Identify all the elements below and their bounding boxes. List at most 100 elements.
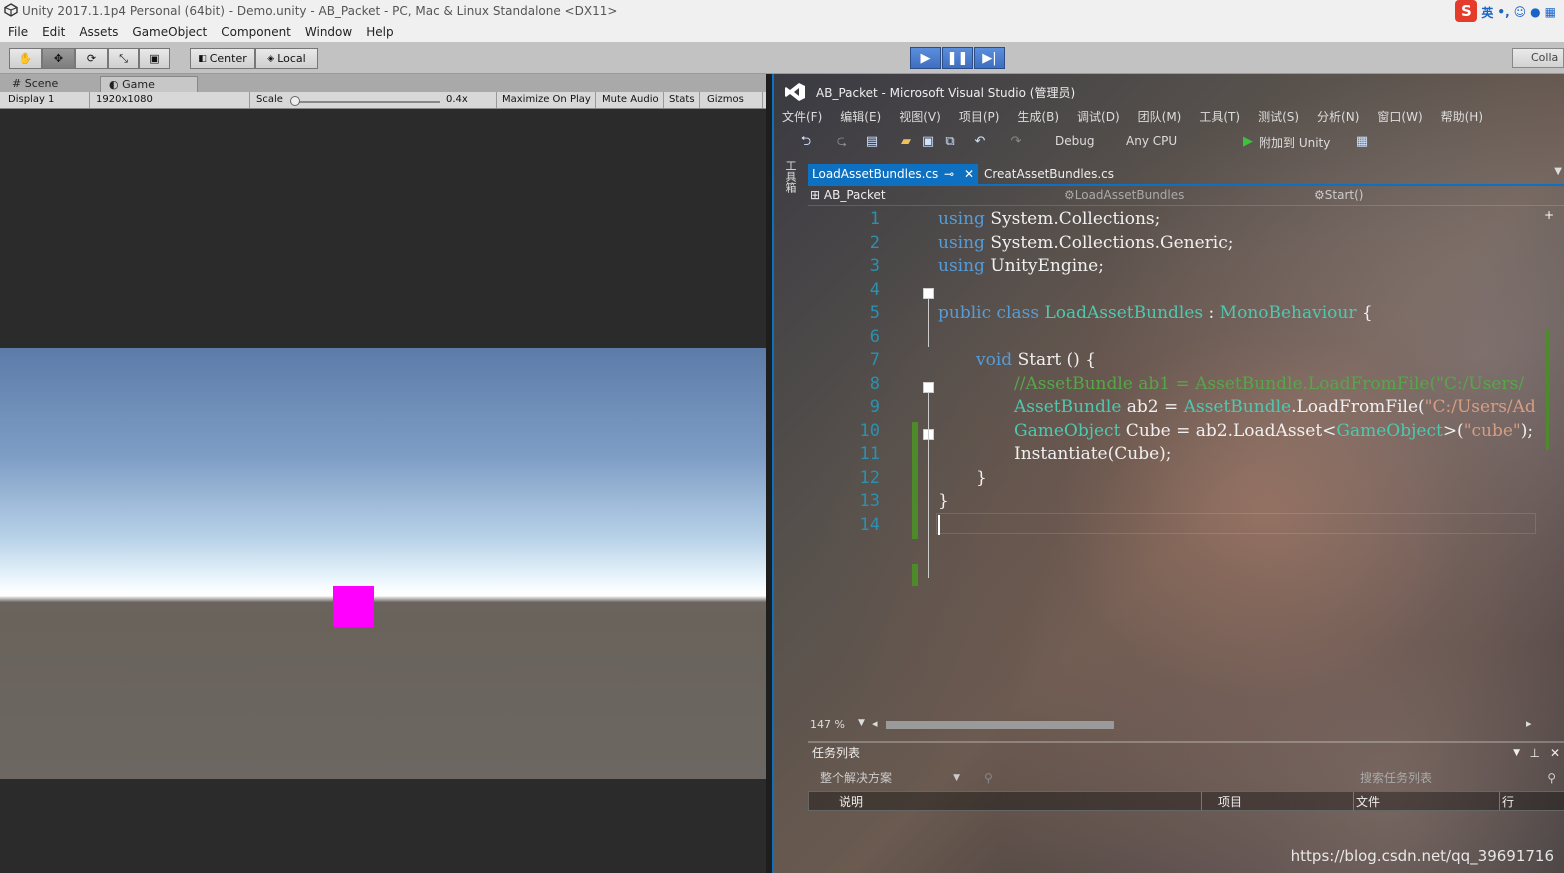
pin-icon[interactable]: ⊸	[944, 164, 954, 184]
zoom-dropdown-icon[interactable]: ▼	[858, 718, 865, 728]
line-number: 12	[859, 468, 880, 488]
col-line[interactable]: 行	[1499, 792, 1514, 810]
pause-button[interactable]: ❚❚	[942, 47, 973, 69]
forward-icon[interactable]: ⮎	[834, 134, 850, 150]
vertical-scrollbar[interactable]: +	[1542, 208, 1554, 710]
menu-help[interactable]: Help	[366, 22, 393, 42]
menu-window[interactable]: Window	[305, 22, 352, 42]
menu-gameobject[interactable]: GameObject	[132, 22, 207, 42]
menu-component[interactable]: Component	[221, 22, 291, 42]
collab-button[interactable]: Colla	[1512, 48, 1564, 68]
pivot-center-button[interactable]: ◧ Center	[190, 48, 255, 69]
save-icon[interactable]: ▣	[920, 134, 936, 150]
panel-menu-icon[interactable]: ▼	[1513, 743, 1520, 763]
keyword: using	[938, 233, 985, 253]
line-number: 2	[869, 233, 880, 253]
platform-dropdown[interactable]: Any CPU	[1126, 134, 1177, 148]
vs-menu-test[interactable]: 测试(S)	[1258, 108, 1299, 126]
scale-slider-track[interactable]	[294, 101, 440, 103]
rotate-tool-button[interactable]: ⟳	[75, 48, 108, 69]
vs-menu-build[interactable]: 生成(B)	[1017, 108, 1059, 126]
task-search-input[interactable]: 搜索任务列表	[1360, 767, 1432, 789]
play-button[interactable]: ▶	[910, 47, 941, 69]
vs-menu-debug[interactable]: 调试(D)	[1077, 108, 1120, 126]
redo-icon[interactable]: ↷	[1008, 134, 1024, 150]
move-tool-button[interactable]: ✥	[42, 48, 75, 69]
config-dropdown[interactable]: Debug	[1055, 134, 1094, 148]
vs-menu-edit[interactable]: 编辑(E)	[840, 108, 881, 126]
scene-tab-icon: #	[12, 77, 22, 90]
type-name: GameObject	[1014, 421, 1121, 441]
vs-menu-window[interactable]: 窗口(W)	[1377, 108, 1422, 126]
vs-menu-analyze[interactable]: 分析(N)	[1317, 108, 1359, 126]
ime-lang[interactable]: 英	[1481, 4, 1493, 21]
back-icon[interactable]: ⮌	[798, 134, 814, 150]
menu-assets[interactable]: Assets	[79, 22, 118, 42]
col-file[interactable]: 文件	[1353, 792, 1380, 810]
toolbar-extra-icon[interactable]: ▦	[1354, 134, 1370, 150]
code-editor[interactable]: 1 2 3 4 5 6 7 8 9 10 11 12 13 14 using S…	[808, 207, 1543, 732]
vs-menu-help[interactable]: 帮助(H)	[1441, 108, 1483, 126]
menu-edit[interactable]: Edit	[42, 22, 65, 42]
col-description[interactable]: 说明	[839, 792, 863, 812]
vs-menu-file[interactable]: 文件(F)	[782, 108, 822, 126]
tab-loadassetbundles[interactable]: LoadAssetBundles.cs ⊸ ✕	[808, 164, 978, 184]
gizmos-dropdown[interactable]: Gizmos	[703, 92, 763, 108]
code-text: {	[1356, 303, 1373, 323]
toolbox-side-tab[interactable]: 工具箱	[784, 160, 798, 200]
scale-slider-thumb[interactable]	[290, 96, 300, 106]
game-viewport[interactable]	[0, 348, 766, 779]
collapse-toggle[interactable]	[923, 288, 934, 299]
scope-dropdown[interactable]: 整个解决方案 ▼	[816, 767, 964, 789]
vs-menu-team[interactable]: 团队(M)	[1138, 108, 1182, 126]
horizontal-scroll-thumb[interactable]	[886, 721, 1114, 729]
change-indicator	[912, 422, 918, 539]
tab-overflow-icon[interactable]: ▼	[1554, 166, 1562, 177]
new-project-icon[interactable]: ▤	[864, 134, 880, 150]
scroll-left-icon[interactable]: ◂	[872, 717, 878, 730]
vs-menu-view[interactable]: 视图(V)	[899, 108, 941, 126]
open-icon[interactable]: ▰	[898, 134, 914, 150]
filter-icon[interactable]: ⚲	[984, 767, 993, 789]
rect-tool-button[interactable]: ▣	[139, 48, 170, 69]
vs-menu-tools[interactable]: 工具(T)	[1199, 108, 1240, 126]
hand-tool-button[interactable]: ✋	[9, 48, 42, 69]
vs-menu-project[interactable]: 项目(P)	[959, 108, 1000, 126]
ime-punct-icon[interactable]: •,	[1497, 5, 1509, 19]
pivot-local-button[interactable]: ◈ Local	[255, 48, 318, 69]
nav-class-dropdown[interactable]: ⚙LoadAssetBundles	[1064, 188, 1184, 202]
scroll-right-icon[interactable]: ▸	[1526, 717, 1532, 730]
stats-toggle[interactable]: Stats	[665, 92, 700, 108]
split-icon[interactable]: +	[1544, 208, 1554, 222]
save-all-icon[interactable]: ⧉	[942, 134, 958, 150]
start-debug-icon[interactable]: ▶	[1240, 134, 1256, 150]
nav-project-dropdown[interactable]: ⊞ AB_Packet	[810, 188, 886, 202]
mute-audio-toggle[interactable]: Mute Audio	[598, 92, 664, 108]
tab-scene[interactable]: # Scene	[4, 76, 100, 92]
undo-icon[interactable]: ↶	[972, 134, 988, 150]
ime-emoji-icon[interactable]: ☺	[1514, 5, 1527, 19]
close-tab-icon[interactable]: ✕	[964, 164, 974, 184]
menu-file[interactable]: File	[8, 22, 28, 42]
ime-keyboard-icon[interactable]: ▦	[1545, 5, 1556, 19]
zoom-dropdown[interactable]: 147 %	[810, 718, 845, 731]
ime-toolbar[interactable]: S 英 •, ☺ ● ▦	[1455, 0, 1556, 22]
resolution-dropdown[interactable]: 1920x1080	[92, 92, 250, 108]
close-panel-icon[interactable]: ✕	[1550, 743, 1560, 763]
search-icon[interactable]: ⚲	[1547, 767, 1556, 789]
vs-navigation-bar: ⊞ AB_Packet ⚙LoadAssetBundles ⚙Start()	[808, 186, 1564, 206]
col-project[interactable]: 项目	[1201, 792, 1242, 810]
step-button[interactable]: ▶|	[974, 47, 1005, 69]
attach-unity-button[interactable]: 附加到 Unity	[1259, 134, 1330, 151]
scale-tool-button[interactable]: ⤡	[108, 48, 139, 69]
tab-game[interactable]: ◐ Game	[100, 76, 198, 92]
collapse-toggle[interactable]	[923, 382, 934, 393]
keyword: public class	[938, 303, 1040, 323]
pin-panel-icon[interactable]: ⊥	[1530, 743, 1540, 763]
maximize-on-play-toggle[interactable]: Maximize On Play	[498, 92, 596, 108]
nav-member-dropdown[interactable]: ⚙Start()	[1314, 188, 1363, 202]
ime-mic-icon[interactable]: ●	[1530, 5, 1540, 19]
local-label: Local	[277, 52, 306, 65]
display-dropdown[interactable]: Display 1	[4, 92, 90, 108]
tab-creatassetbundles[interactable]: CreatAssetBundles.cs	[984, 164, 1114, 184]
